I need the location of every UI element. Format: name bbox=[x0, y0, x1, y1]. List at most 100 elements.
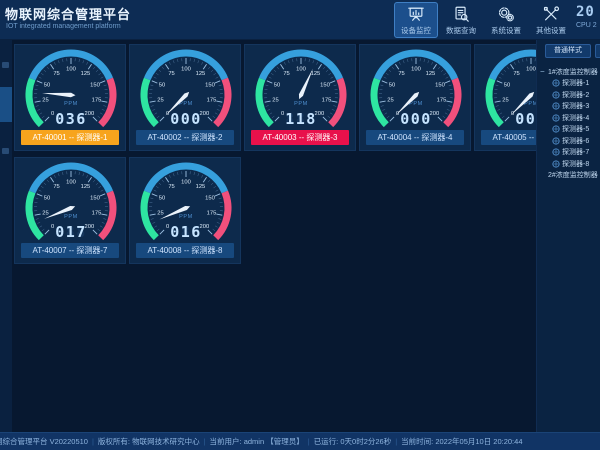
svg-text:100: 100 bbox=[411, 67, 421, 73]
gauge-card[interactable]: 0255075100125150175200PPM888016AT-40008 … bbox=[129, 157, 241, 264]
footer-separator: | bbox=[204, 437, 206, 446]
gauge-card[interactable]: 0255075100125150175200PPM888017AT-40007 … bbox=[14, 157, 126, 264]
device-icon bbox=[552, 125, 560, 133]
footer-separator: | bbox=[395, 437, 397, 446]
svg-text:100: 100 bbox=[526, 67, 536, 73]
svg-text:150: 150 bbox=[435, 83, 445, 89]
device-icon bbox=[552, 102, 560, 110]
svg-text:50: 50 bbox=[504, 83, 510, 89]
tree-expander-icon[interactable]: − bbox=[540, 67, 548, 76]
app-title: 物联网综合管理平台 bbox=[5, 4, 131, 23]
svg-text:000: 000 bbox=[170, 110, 202, 128]
gauge-dial: 0255075100125150175200PPM888000 bbox=[360, 45, 472, 133]
svg-text:175: 175 bbox=[207, 98, 217, 104]
gauge-card[interactable]: 0255075100125150175200PPM888036AT-40001 … bbox=[14, 44, 126, 151]
svg-text:50: 50 bbox=[44, 83, 50, 89]
svg-text:50: 50 bbox=[274, 83, 280, 89]
svg-text:100: 100 bbox=[181, 67, 191, 73]
svg-text:125: 125 bbox=[196, 71, 206, 77]
svg-text:75: 75 bbox=[168, 184, 174, 190]
tree-item-label: 探测器-5 bbox=[562, 124, 589, 134]
svg-text:75: 75 bbox=[513, 71, 519, 77]
svg-text:125: 125 bbox=[311, 71, 321, 77]
svg-text:25: 25 bbox=[272, 98, 278, 104]
tree-node-label: 2#浓度监控制器 bbox=[548, 170, 598, 180]
tree-item-detector[interactable]: 探测器-8 bbox=[540, 158, 600, 170]
footer-separator: | bbox=[308, 437, 310, 446]
left-nav-active-item[interactable] bbox=[0, 87, 12, 122]
tree-item-label: 探测器-6 bbox=[562, 136, 589, 146]
svg-text:100: 100 bbox=[181, 180, 191, 186]
footer-segment: 当前用户: admin 【管理员】 bbox=[210, 437, 304, 446]
svg-text:017: 017 bbox=[55, 223, 87, 241]
svg-text:25: 25 bbox=[42, 211, 48, 217]
digital-value: 20 bbox=[576, 4, 600, 20]
tree-item-detector[interactable]: 探测器-4 bbox=[540, 112, 600, 124]
left-nav-item-fragment bbox=[2, 62, 9, 68]
svg-text:150: 150 bbox=[320, 83, 330, 89]
nav-button-2[interactable]: 数据查询 bbox=[439, 2, 483, 38]
gauge-card[interactable]: 0255075100125150175200PPM888118AT-40003 … bbox=[244, 44, 356, 151]
tree-node-label: 1#浓度监控制器 bbox=[548, 67, 598, 77]
svg-text:50: 50 bbox=[389, 83, 395, 89]
svg-text:175: 175 bbox=[92, 98, 102, 104]
svg-text:0: 0 bbox=[166, 224, 169, 230]
svg-text:016: 016 bbox=[170, 223, 202, 241]
nav-button-3[interactable]: 系统设置 bbox=[484, 2, 528, 38]
svg-text:75: 75 bbox=[168, 71, 174, 77]
tree-item-detector[interactable]: 探测器-1 bbox=[540, 78, 600, 90]
gauge-dial: 0255075100125150175200PPM888118 bbox=[245, 45, 357, 133]
device-tree-panel: 普通样式 −1#浓度监控制器探测器-1探测器-2探测器-3探测器-4探测器-5 探… bbox=[536, 40, 600, 432]
tree-item-detector[interactable]: 探测器-3 bbox=[540, 101, 600, 113]
gauge-needle bbox=[42, 93, 75, 97]
header: 物联网综合管理平台 IOT integrated management plat… bbox=[0, 0, 600, 40]
cpu-readout: 20 CPU 2 bbox=[576, 4, 600, 38]
svg-text:125: 125 bbox=[196, 184, 206, 190]
svg-text:PPM: PPM bbox=[294, 101, 308, 107]
nav-button-label: 数据查询 bbox=[446, 25, 476, 36]
svg-text:036: 036 bbox=[55, 110, 87, 128]
tree-item-detector[interactable]: 探测器-2 bbox=[540, 89, 600, 101]
gauge-card[interactable]: 0255075100125150175200PPM888000AT-40002 … bbox=[129, 44, 241, 151]
nav-button-4[interactable]: 其他设置 bbox=[529, 2, 573, 38]
gauge-dial: 0255075100125150175200PPM888000 bbox=[130, 45, 242, 133]
tree-item-detector[interactable]: 探测器-5 bbox=[540, 124, 600, 136]
device-icon bbox=[552, 160, 560, 168]
svg-text:25: 25 bbox=[157, 211, 163, 217]
nav-button-label: 设备监控 bbox=[401, 25, 431, 36]
cpu-label: CPU 2 bbox=[576, 22, 600, 29]
style-tab[interactable]: 普通样式 bbox=[545, 44, 591, 58]
svg-text:175: 175 bbox=[322, 98, 332, 104]
nav-button-label: 其他设置 bbox=[536, 25, 566, 36]
svg-text:25: 25 bbox=[502, 98, 508, 104]
svg-text:25: 25 bbox=[157, 98, 163, 104]
svg-text:75: 75 bbox=[398, 71, 404, 77]
device-tree: −1#浓度监控制器探测器-1探测器-2探测器-3探测器-4探测器-5探测器-6探… bbox=[540, 66, 600, 181]
left-nav-partial bbox=[0, 40, 12, 432]
tree-item-detector[interactable]: 探测器-6 bbox=[540, 135, 600, 147]
svg-text:125: 125 bbox=[426, 71, 436, 77]
svg-text:125: 125 bbox=[81, 184, 91, 190]
tree-node-controller[interactable]: −1#浓度监控制器 bbox=[540, 66, 600, 78]
device-icon bbox=[552, 91, 560, 99]
status-bar-text: 物联网综合管理平台 V20220510|版权所有: 物联网技术研究中心|当前用户… bbox=[0, 433, 600, 450]
gauge-card-label: AT-40002 -- 探测器-2 bbox=[136, 130, 234, 145]
style-tab-partial[interactable] bbox=[595, 44, 600, 58]
svg-text:150: 150 bbox=[205, 196, 215, 202]
gauge-card[interactable]: 0255075100125150175200PPM888000AT-40004 … bbox=[359, 44, 471, 151]
tree-item-label: 探测器-7 bbox=[562, 147, 589, 157]
svg-text:150: 150 bbox=[205, 83, 215, 89]
svg-text:000: 000 bbox=[400, 110, 432, 128]
tree-node-controller[interactable]: 2#浓度监控制器 bbox=[540, 170, 600, 182]
gauge-needle bbox=[299, 69, 313, 100]
svg-text:75: 75 bbox=[53, 71, 59, 77]
nav-button-1[interactable]: 设备监控 bbox=[394, 2, 438, 38]
footer-separator: | bbox=[92, 437, 94, 446]
svg-text:118: 118 bbox=[285, 110, 317, 128]
device-icon bbox=[552, 137, 560, 145]
gauge-dial: 0255075100125150175200PPM888016 bbox=[130, 158, 242, 246]
device-icon bbox=[552, 148, 560, 156]
tree-item-detector[interactable]: 探测器-7 bbox=[540, 147, 600, 159]
svg-text:75: 75 bbox=[53, 184, 59, 190]
tree-item-label: 探测器-8 bbox=[562, 159, 589, 169]
